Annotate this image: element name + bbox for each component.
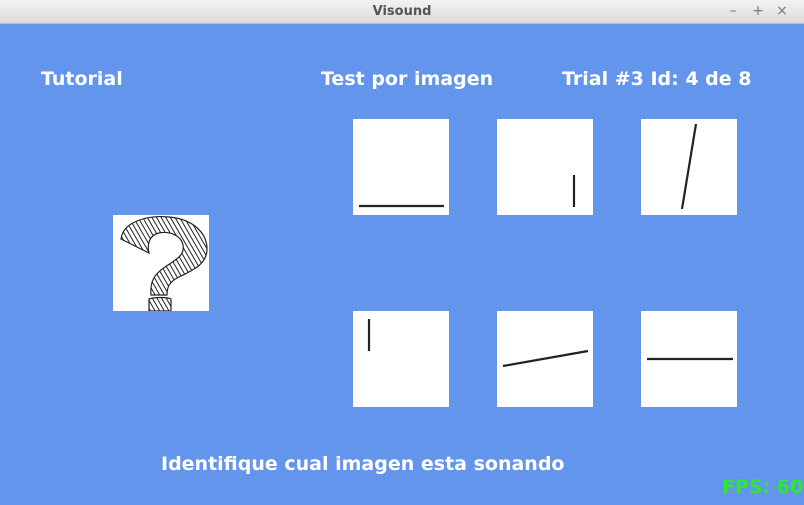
- option-image-2[interactable]: [497, 119, 593, 215]
- minimize-button[interactable]: –: [724, 2, 742, 20]
- question-mark-icon: [120, 216, 208, 311]
- window-title: Visound: [372, 4, 432, 19]
- app-canvas: Tutorial Test por imagen Trial #3 Id: 4 …: [0, 24, 804, 505]
- option-3-icon: [680, 123, 698, 210]
- window-titlebar: Visound – + ×: [0, 0, 804, 24]
- close-button[interactable]: ×: [773, 2, 791, 20]
- option-image-5[interactable]: [497, 311, 593, 407]
- trial-counter: Trial #3 Id: 4 de 8: [562, 68, 752, 90]
- mode-label: Tutorial: [41, 68, 123, 90]
- maximize-button[interactable]: +: [749, 2, 767, 20]
- instruction-text: Identifique cual imagen esta sonando: [161, 453, 565, 475]
- query-image: [113, 215, 209, 311]
- option-image-6[interactable]: [641, 311, 737, 407]
- test-title: Test por imagen: [321, 68, 494, 90]
- option-2-icon: [572, 175, 576, 207]
- option-image-1[interactable]: [353, 119, 449, 215]
- option-4-icon: [367, 319, 371, 351]
- option-image-3[interactable]: [641, 119, 737, 215]
- option-image-4[interactable]: [353, 311, 449, 407]
- option-1-icon: [359, 204, 444, 208]
- option-5-icon: [502, 349, 589, 368]
- option-6-icon: [647, 357, 733, 361]
- fps-counter: FPS: 60: [722, 476, 804, 498]
